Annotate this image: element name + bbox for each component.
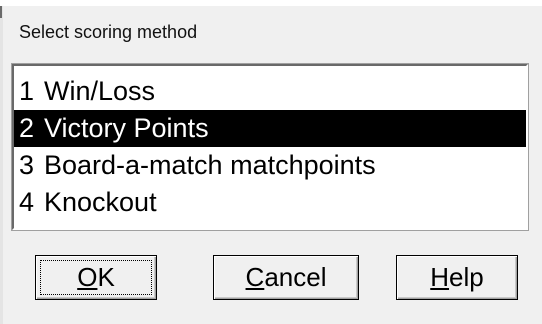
list-item-number: 2 bbox=[19, 113, 35, 143]
window-top-edge bbox=[0, 0, 542, 6]
list-item-board-a-match[interactable]: 3 Board-a-match matchpoints bbox=[14, 147, 526, 184]
list-item-number: 3 bbox=[19, 150, 35, 180]
ok-button[interactable]: OK bbox=[35, 255, 157, 300]
list-item-number: 1 bbox=[19, 76, 35, 106]
list-item-label: Win/Loss bbox=[44, 76, 156, 106]
list-item-label: Victory Points bbox=[44, 113, 209, 143]
list-item-knockout[interactable]: 4 Knockout bbox=[14, 184, 526, 221]
scoring-method-dialog: Select scoring method 1 Win/Loss 2 Victory… bbox=[0, 0, 542, 324]
list-item-label: Board-a-match matchpoints bbox=[44, 150, 376, 180]
help-label-rest: elp bbox=[449, 262, 484, 292]
window-left-edge bbox=[0, 6, 3, 324]
list-item-victory-points[interactable]: 2 Victory Points bbox=[14, 110, 526, 147]
cancel-mnemonic: C bbox=[245, 262, 265, 292]
ok-label-rest: K bbox=[97, 262, 115, 292]
list-item-number: 4 bbox=[19, 187, 35, 217]
help-button[interactable]: Help bbox=[396, 255, 518, 300]
dialog-title: Select scoring method bbox=[19, 22, 198, 42]
window-corner-mark bbox=[0, 6, 2, 18]
scoring-method-listbox[interactable]: 1 Win/Loss 2 Victory Points 3 Board-a-match… bbox=[12, 64, 528, 230]
list-item-label: Knockout bbox=[44, 187, 157, 217]
cancel-label-rest: ancel bbox=[264, 262, 327, 292]
ok-mnemonic: O bbox=[77, 262, 98, 292]
cancel-button[interactable]: Cancel bbox=[213, 255, 359, 300]
list-item-win-loss[interactable]: 1 Win/Loss bbox=[14, 73, 526, 110]
help-mnemonic: H bbox=[430, 262, 450, 292]
